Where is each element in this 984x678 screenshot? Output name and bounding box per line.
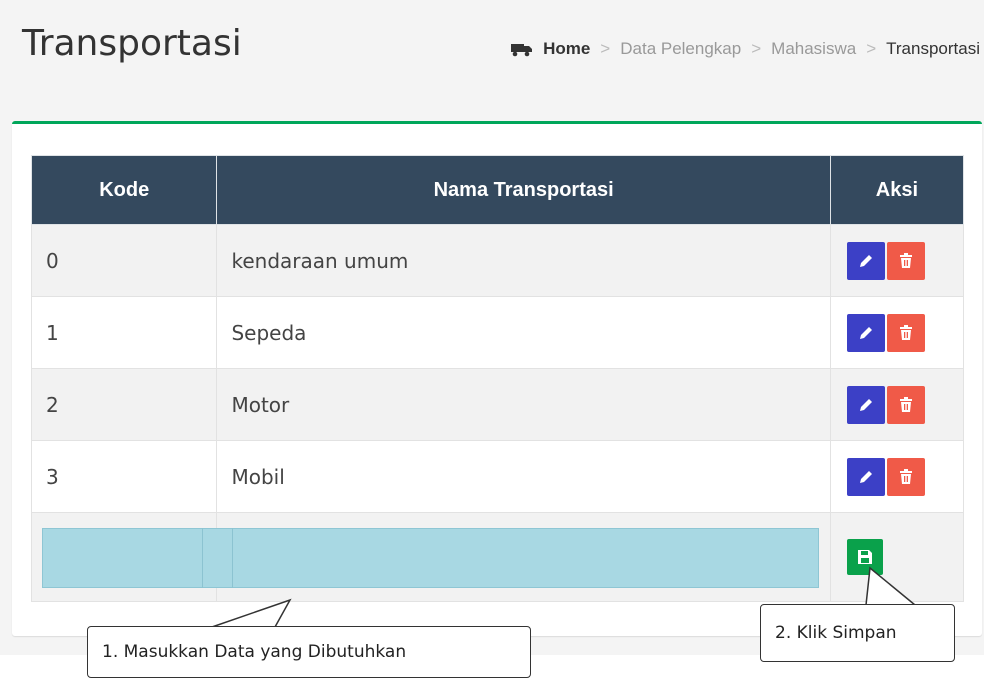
floppy-disk-icon <box>857 550 872 564</box>
breadcrumb-separator: > <box>866 39 877 58</box>
column-header-aksi: Aksi <box>829 155 965 225</box>
table-row: 2 Motor <box>30 368 965 441</box>
table-row: 0 kendaraan umum <box>30 224 965 297</box>
breadcrumb: Home > Data Pelengkap > Mahasiswa > Tran… <box>511 38 980 60</box>
delete-button[interactable] <box>886 241 925 280</box>
page-title: Transportasi <box>22 23 242 64</box>
cell-kode: 2 <box>30 368 218 441</box>
trash-icon <box>899 396 912 412</box>
edit-button[interactable] <box>846 385 885 424</box>
cell-nama: kendaraan umum <box>216 224 831 297</box>
delete-button[interactable] <box>886 313 925 352</box>
cell-nama: Mobil <box>216 440 831 513</box>
trash-icon <box>899 468 912 484</box>
edit-button[interactable] <box>846 457 885 496</box>
input-divider <box>202 528 203 588</box>
cell-kode: 0 <box>30 224 218 297</box>
cell-kode: 3 <box>30 440 218 513</box>
nama-transportasi-input[interactable] <box>232 528 819 588</box>
edit-button[interactable] <box>846 241 885 280</box>
breadcrumb-mahasiswa[interactable]: Mahasiswa <box>771 38 856 60</box>
callout-step1-text: 1. Masukkan Data yang Dibutuhkan <box>102 642 407 662</box>
edit-button[interactable] <box>846 313 885 352</box>
cell-nama: Sepeda <box>216 296 831 369</box>
save-button[interactable] <box>846 539 883 575</box>
pencil-icon <box>859 470 872 483</box>
table-header-row: Kode Nama Transportasi Aksi <box>30 155 965 225</box>
truck-icon <box>511 44 533 57</box>
column-header-nama: Nama Transportasi <box>216 155 831 225</box>
kode-input[interactable] <box>42 528 202 588</box>
cell-kode: 1 <box>30 296 218 369</box>
delete-button[interactable] <box>886 457 925 496</box>
callout-step2: 2. Klik Simpan <box>760 604 955 662</box>
table-row: 3 Mobil <box>30 440 965 513</box>
breadcrumb-home[interactable]: Home <box>511 38 590 60</box>
cell-nama: Motor <box>216 368 831 441</box>
delete-button[interactable] <box>886 385 925 424</box>
breadcrumb-current: Transportasi <box>886 39 980 58</box>
column-header-kode: Kode <box>30 155 218 225</box>
breadcrumb-data-pelengkap[interactable]: Data Pelengkap <box>620 38 741 60</box>
trash-icon <box>899 252 912 268</box>
breadcrumb-separator: > <box>751 39 762 58</box>
breadcrumb-separator: > <box>600 39 611 58</box>
cell-aksi <box>829 440 965 513</box>
cell-aksi <box>829 224 965 297</box>
callout-step2-text: 2. Klik Simpan <box>775 623 897 643</box>
new-entry-aksi-cell <box>829 512 965 602</box>
table-row: 1 Sepeda <box>30 296 965 369</box>
callout-step1: 1. Masukkan Data yang Dibutuhkan <box>87 626 531 678</box>
pencil-icon <box>859 398 872 411</box>
pencil-icon <box>859 254 872 267</box>
breadcrumb-home-label: Home <box>543 39 591 58</box>
pencil-icon <box>859 326 872 339</box>
cell-aksi <box>829 368 965 441</box>
cell-aksi <box>829 296 965 369</box>
trash-icon <box>899 324 912 340</box>
